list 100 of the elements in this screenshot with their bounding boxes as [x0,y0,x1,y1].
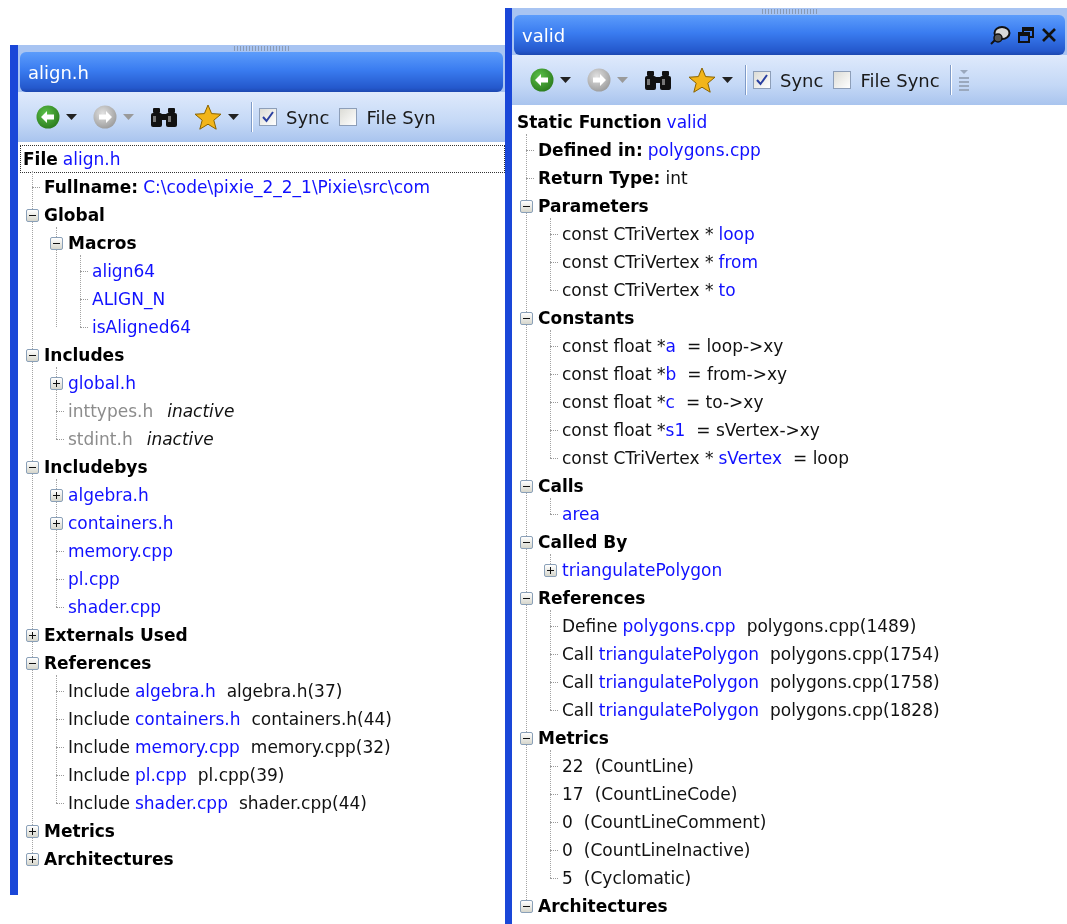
symbol-link[interactable]: isAligned64 [92,316,192,338]
symbol-link[interactable]: area [562,503,600,525]
symbol-link[interactable]: shader.cpp [134,792,228,814]
node-value: (CountLine) [594,755,694,777]
collapse-toggle[interactable] [520,199,533,213]
symbol-link[interactable]: ALIGN_N [92,288,166,310]
node-label: Defined in: [538,139,643,161]
reference-location: shader.cpp(44) [238,792,367,814]
node-text: Include [68,736,130,758]
node-label: Return Type: [538,167,661,189]
symbol-link[interactable]: triangulatePolygon [598,643,759,665]
close-icon[interactable] [1041,27,1057,43]
node-label: Parameters [538,195,649,217]
symbol-link[interactable]: pl.cpp [68,568,120,590]
symbol-link[interactable]: valid [666,111,708,133]
collapse-toggle[interactable] [520,479,533,493]
checkmark-icon [261,110,275,124]
node-label: Global [44,204,105,226]
symbol-link[interactable]: memory.cpp [134,736,240,758]
symbol-link[interactable]: containers.h [68,512,174,534]
collapse-toggle[interactable] [26,656,39,670]
symbol-link[interactable]: a [665,335,676,357]
symbol-link[interactable]: polygons.cpp [622,615,736,637]
overflow-grip-icon[interactable] [957,68,970,92]
checkbox[interactable]: File Sync [833,69,940,91]
node-label: Called By [538,531,628,553]
drag-handle[interactable] [761,9,818,14]
caret-icon [560,77,571,83]
node-label: Architectures [44,848,174,870]
restore-icon[interactable] [1017,26,1035,44]
expand-toggle[interactable] [50,516,63,530]
checkbox[interactable]: File Syn [339,106,436,128]
collapse-toggle[interactable] [26,208,39,222]
symbol-link[interactable]: algebra.h [68,484,149,506]
node-text: Include [68,680,130,702]
symbol-link[interactable]: memory.cpp [68,540,173,562]
reference-location: polygons.cpp(1489) [746,615,917,637]
collapse-toggle[interactable] [50,236,63,250]
symbol-link[interactable]: triangulatePolygon [562,559,723,581]
symbol-link[interactable]: align64 [92,260,156,282]
node-text: 0 [562,839,573,861]
symbol-link[interactable]: pl.cpp [134,764,187,786]
node-text: 22 [562,755,584,777]
node-text: 5 [562,867,573,889]
node-label: Metrics [538,727,609,749]
symbol-link[interactable]: triangulatePolygon [598,671,759,693]
symbol-link[interactable]: b [665,363,677,385]
node-label: Metrics [44,820,115,842]
panel-title: valid [522,24,566,46]
symbol-link[interactable]: containers.h [134,708,241,730]
node-text: 0 [562,811,573,833]
collapse-toggle[interactable] [26,348,39,362]
symbol-link[interactable]: global.h [68,372,137,394]
symbol-link[interactable]: shader.cpp [68,596,162,618]
symbol-link[interactable]: to [718,279,736,301]
node-text: 17 [562,783,584,805]
symbol-link[interactable]: c [665,391,675,413]
expand-toggle[interactable] [26,628,39,642]
node-label: Calls [538,475,584,497]
node-value: = loop [793,447,849,469]
expand-toggle[interactable] [544,563,557,577]
node-value: = sVertex->xy [696,419,820,441]
symbol-link[interactable]: loop [718,223,755,245]
reference-location: memory.cpp(32) [250,736,391,758]
checkmark-icon [755,73,769,87]
expand-toggle[interactable] [50,488,63,502]
drag-handle[interactable] [233,46,290,51]
expand-toggle[interactable] [26,852,39,866]
symbol-link[interactable]: from [718,251,759,273]
pin-icon[interactable] [989,25,1011,45]
node-value: (Cyclomatic) [583,867,692,889]
symbol-link[interactable]: polygons.cpp [647,139,761,161]
collapse-toggle[interactable] [520,899,533,913]
collapse-toggle[interactable] [520,311,533,325]
reference-location: containers.h(44) [251,708,392,730]
node-text: Call [562,671,594,693]
collapse-toggle[interactable] [520,535,533,549]
collapse-toggle[interactable] [26,460,39,474]
collapse-toggle[interactable] [520,591,533,605]
node-label: References [538,587,646,609]
node-label: Fullname: [44,176,139,198]
caret-icon [617,77,628,83]
expand-toggle[interactable] [26,824,39,838]
symbol-link[interactable]: C:\code\pixie_2_2_1\Pixie\src\com [143,176,431,198]
symbol-link[interactable]: align.h [62,148,121,170]
node-text: const CTriVertex * [562,447,714,469]
status-note: inactive [146,428,214,450]
symbol-link[interactable]: algebra.h [134,680,216,702]
symbol-link[interactable]: sVertex [718,447,782,469]
collapse-toggle[interactable] [520,731,533,745]
node-text: const float * [562,391,666,413]
symbol-link[interactable]: triangulatePolygon [598,699,759,721]
node-label: Static Function [517,111,662,133]
node-text: const CTriVertex * [562,223,714,245]
expand-toggle[interactable] [50,376,63,390]
symbol-link[interactable]: s1 [665,419,686,441]
node-text: Include [68,708,130,730]
checkbox[interactable]: Sync [753,69,824,91]
checkbox[interactable]: Sync [259,106,330,128]
node-label: Includes [44,344,125,366]
